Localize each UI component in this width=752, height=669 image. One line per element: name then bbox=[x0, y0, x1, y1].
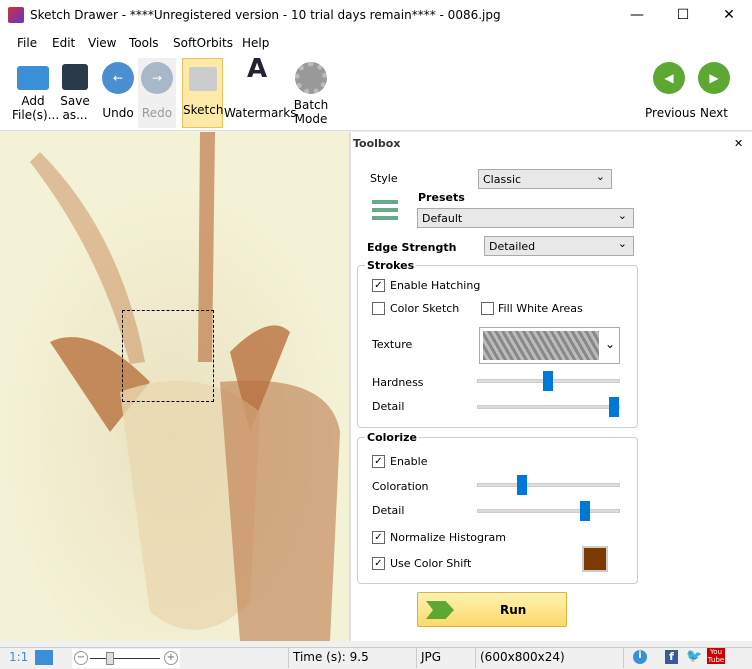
coloration-slider-thumb[interactable] bbox=[517, 475, 527, 495]
color-sketch-checkbox[interactable] bbox=[372, 302, 385, 315]
hardness-label: Hardness bbox=[372, 376, 424, 389]
undo-button[interactable]: ← Undo bbox=[100, 58, 136, 128]
normalize-histogram-checkbox[interactable]: ✓ bbox=[372, 531, 385, 544]
menu-file[interactable]: File bbox=[17, 36, 37, 50]
presets-icon bbox=[372, 200, 398, 222]
normalize-histogram-label: Normalize Histogram bbox=[390, 531, 506, 544]
info-icon[interactable]: i bbox=[633, 650, 647, 664]
presets-label: Presets bbox=[418, 191, 465, 204]
colorize-detail-slider-thumb[interactable] bbox=[580, 501, 590, 521]
facebook-icon[interactable]: f bbox=[665, 650, 678, 664]
strokes-detail-slider[interactable] bbox=[477, 405, 620, 409]
fit-to-window-button[interactable] bbox=[35, 650, 53, 665]
twitter-icon[interactable]: 🐦 bbox=[686, 649, 702, 664]
strokes-detail-label: Detail bbox=[372, 400, 405, 413]
colorize-enable-label: Enable bbox=[390, 455, 428, 468]
previous-button[interactable]: ◀ Previous bbox=[645, 58, 696, 128]
chevron-down-icon: ⌄ bbox=[604, 337, 615, 351]
run-button[interactable]: Run bbox=[417, 592, 567, 627]
colorize-title: Colorize bbox=[365, 431, 420, 444]
menu-help[interactable]: Help bbox=[242, 36, 269, 50]
colorize-detail-slider[interactable] bbox=[477, 509, 620, 513]
use-color-shift-label: Use Color Shift bbox=[390, 557, 472, 570]
coloration-label: Coloration bbox=[372, 480, 429, 493]
run-label: Run bbox=[500, 603, 527, 617]
enable-hatching-checkbox[interactable]: ✓ bbox=[372, 279, 385, 292]
minimize-button[interactable]: — bbox=[614, 0, 660, 31]
colorize-detail-label: Detail bbox=[372, 504, 405, 517]
strokes-title: Strokes bbox=[365, 259, 417, 272]
app-icon bbox=[8, 7, 24, 23]
zoom-in-icon[interactable]: + bbox=[164, 651, 178, 665]
enable-hatching-label: Enable Hatching bbox=[390, 279, 481, 292]
sketch-button[interactable]: Sketch bbox=[182, 58, 223, 128]
zoom-out-icon[interactable]: − bbox=[74, 651, 88, 665]
color-sketch-label: Color Sketch bbox=[390, 302, 460, 315]
toolbox-title: Toolbox bbox=[353, 137, 401, 150]
coloration-slider[interactable] bbox=[477, 483, 620, 487]
zoom-slider[interactable]: − + bbox=[72, 649, 180, 668]
save-as-button[interactable]: Save as... bbox=[58, 58, 92, 128]
batch-mode-button[interactable]: Batch Mode bbox=[292, 58, 330, 128]
fill-white-areas-checkbox[interactable] bbox=[481, 302, 494, 315]
texture-preview bbox=[483, 331, 599, 360]
zoom-track bbox=[90, 658, 160, 659]
window-title: Sketch Drawer - ****Unregistered version… bbox=[30, 8, 501, 22]
next-arrow-icon: ▶ bbox=[698, 62, 730, 94]
next-button[interactable]: ▶ Next bbox=[698, 58, 730, 128]
selection-rectangle[interactable] bbox=[122, 310, 214, 402]
close-button[interactable]: ✕ bbox=[706, 0, 752, 31]
redo-button[interactable]: → Redo bbox=[138, 58, 176, 128]
previous-arrow-icon: ◀ bbox=[653, 62, 685, 94]
style-dropdown[interactable]: Classic bbox=[478, 169, 612, 189]
dimensions-status: (600x800x24) bbox=[480, 650, 565, 664]
image-canvas[interactable] bbox=[0, 132, 349, 641]
menu-edit[interactable]: Edit bbox=[52, 36, 75, 50]
toolbox-panel: Toolbox ✕ Style Classic Presets Default … bbox=[351, 132, 752, 641]
menu-view[interactable]: View bbox=[88, 36, 116, 50]
texture-dropdown[interactable]: ⌄ bbox=[479, 327, 620, 364]
status-divider bbox=[416, 648, 417, 668]
fill-white-areas-label: Fill White Areas bbox=[498, 302, 583, 315]
maximize-button[interactable]: ☐ bbox=[660, 0, 706, 31]
time-status: Time (s): 9.5 bbox=[293, 650, 369, 664]
edge-strength-label: Edge Strength bbox=[367, 241, 457, 254]
hardness-slider-thumb[interactable] bbox=[543, 371, 553, 391]
floppy-icon bbox=[62, 64, 88, 90]
status-divider bbox=[475, 648, 476, 668]
format-status: JPG bbox=[421, 650, 442, 664]
zoom-thumb[interactable] bbox=[106, 652, 114, 665]
use-color-shift-checkbox[interactable]: ✓ bbox=[372, 557, 385, 570]
title-bar: Sketch Drawer - ****Unregistered version… bbox=[0, 0, 752, 31]
redo-arrow-icon: → bbox=[141, 62, 173, 94]
add-files-button[interactable]: Add File(s)... bbox=[12, 58, 59, 128]
color-shift-swatch[interactable] bbox=[582, 546, 608, 572]
texture-label: Texture bbox=[372, 338, 413, 351]
actual-size-button[interactable]: 1:1 bbox=[9, 650, 28, 664]
toolbox-close-button[interactable]: ✕ bbox=[734, 137, 743, 150]
style-label: Style bbox=[370, 172, 398, 185]
edge-strength-dropdown[interactable]: Detailed bbox=[484, 236, 634, 256]
menu-softorbits[interactable]: SoftOrbits bbox=[173, 36, 233, 50]
strokes-detail-slider-thumb[interactable] bbox=[609, 397, 619, 417]
colorize-enable-checkbox[interactable]: ✓ bbox=[372, 455, 385, 468]
youtube-icon[interactable]: You Tube bbox=[707, 648, 725, 664]
presets-dropdown[interactable]: Default bbox=[417, 208, 634, 228]
gear-icon bbox=[295, 62, 327, 94]
menu-tools[interactable]: Tools bbox=[129, 36, 159, 50]
sketch-icon bbox=[188, 67, 217, 91]
watermark-a-icon: A bbox=[246, 54, 268, 84]
folder-icon bbox=[17, 66, 49, 90]
status-divider bbox=[288, 648, 289, 668]
status-divider bbox=[623, 648, 624, 668]
undo-arrow-icon: ← bbox=[102, 62, 134, 94]
watermarks-button[interactable]: A Watermarks bbox=[224, 54, 296, 128]
run-arrow-icon bbox=[426, 601, 454, 619]
